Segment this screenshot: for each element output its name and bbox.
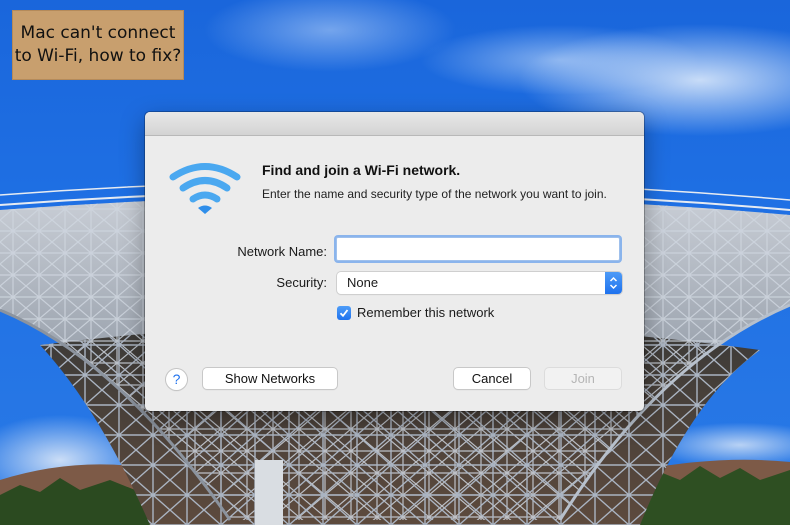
article-caption: Mac can't connect to Wi-Fi, how to fix? <box>12 10 184 80</box>
network-name-input[interactable] <box>336 237 620 261</box>
caption-line-1: Mac can't connect <box>20 23 176 43</box>
cancel-button[interactable]: Cancel <box>454 368 530 389</box>
support-column <box>255 460 283 525</box>
join-button[interactable]: Join <box>545 368 621 389</box>
security-select[interactable]: None <box>337 272 622 294</box>
security-selected-value: None <box>347 275 379 290</box>
remember-network-checkbox[interactable]: Remember this network <box>337 305 494 320</box>
dialog-description: Enter the name and security type of the … <box>262 187 607 201</box>
checkmark-icon[interactable] <box>337 305 351 320</box>
dialog-heading: Find and join a Wi-Fi network. <box>262 162 461 178</box>
join-wifi-dialog: Find and join a Wi-Fi network. Enter the… <box>145 112 644 411</box>
caption-line-2: to Wi-Fi, how to fix? <box>14 46 182 66</box>
wifi-icon <box>169 163 241 214</box>
security-label: Security: <box>276 275 327 290</box>
remember-network-label: Remember this network <box>357 305 495 320</box>
network-name-label: Network Name: <box>237 244 327 259</box>
chevron-up-down-icon <box>605 272 622 294</box>
show-networks-button[interactable]: Show Networks <box>203 368 337 389</box>
dialog-titlebar[interactable] <box>145 112 644 136</box>
help-button[interactable]: ? <box>166 369 187 390</box>
